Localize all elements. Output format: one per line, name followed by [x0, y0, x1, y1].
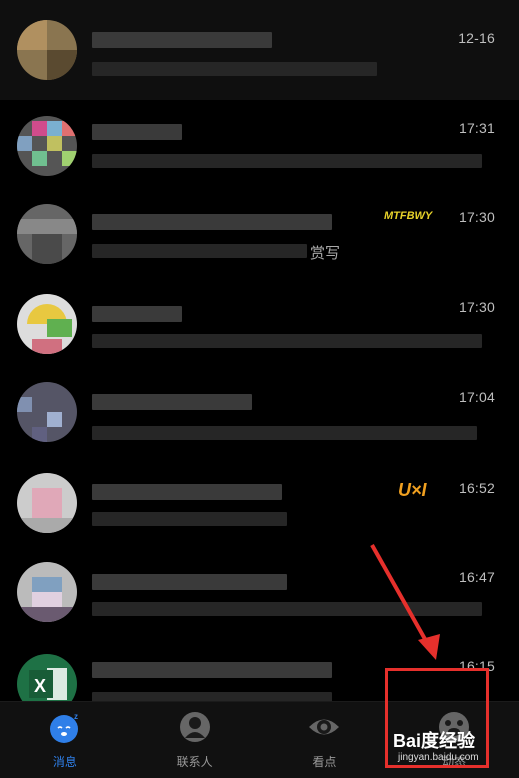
annotation-arrow: [370, 544, 440, 660]
watermark-text: Bai度经验: [393, 731, 476, 751]
watermark-url: jingyan.baidu.com: [398, 752, 479, 763]
